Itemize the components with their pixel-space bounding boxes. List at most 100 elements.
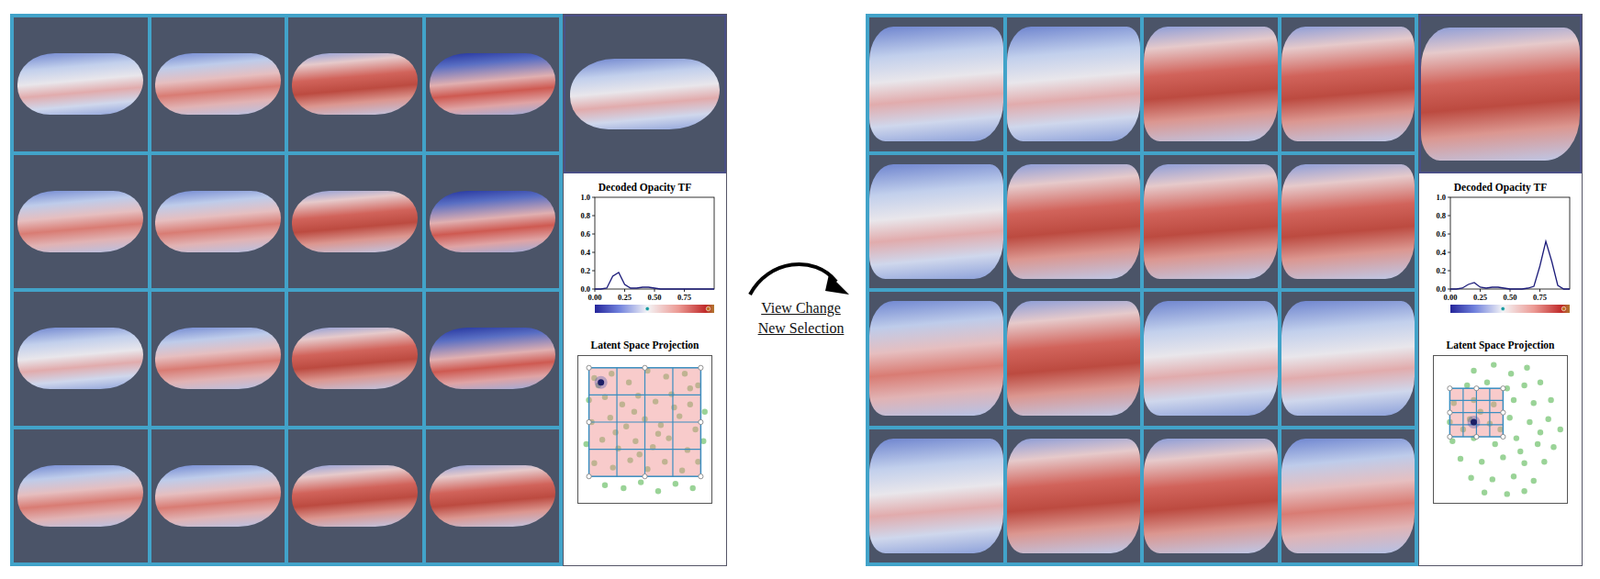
selection-handle[interactable] (1447, 410, 1453, 415)
selection-handle[interactable] (586, 474, 592, 480)
selection-handle[interactable] (1500, 434, 1506, 439)
latent-point[interactable] (637, 479, 644, 485)
rendering-cell[interactable] (288, 155, 423, 290)
rendering-cell[interactable] (13, 291, 148, 426)
rendering-cell[interactable] (151, 291, 286, 426)
latent-point[interactable] (1492, 441, 1499, 448)
rendering-cell[interactable] (869, 429, 1004, 564)
latent-point[interactable] (1489, 476, 1496, 482)
latent-point[interactable] (1521, 382, 1527, 389)
rendering-cell[interactable] (1143, 291, 1278, 426)
latent-point[interactable] (1541, 458, 1547, 465)
rendering-cell[interactable] (1143, 429, 1278, 564)
selection-grid[interactable] (589, 368, 702, 477)
selection-handle[interactable] (698, 365, 704, 370)
latent-point[interactable] (1534, 441, 1541, 448)
rendering-cell[interactable] (288, 429, 423, 564)
rendering-cell[interactable] (869, 291, 1004, 426)
selection-handle[interactable] (586, 419, 592, 425)
rendering-cell[interactable] (425, 17, 560, 152)
latent-scatter[interactable] (578, 356, 712, 504)
latent-point[interactable] (1506, 414, 1512, 421)
latent-point[interactable] (1523, 365, 1530, 371)
rendering-cell[interactable] (13, 17, 148, 152)
rendering-cell[interactable] (151, 429, 286, 564)
latent-point[interactable] (655, 488, 661, 494)
latent-point[interactable] (1547, 397, 1554, 403)
latent-point[interactable] (1521, 460, 1527, 467)
latent-point[interactable] (1508, 370, 1514, 377)
rendering-cell[interactable] (1006, 155, 1142, 290)
rendering-cell[interactable] (1006, 17, 1142, 152)
latent-point[interactable] (1467, 475, 1474, 482)
latent-point[interactable] (1537, 429, 1544, 436)
focus-point[interactable] (597, 379, 605, 386)
latent-point[interactable] (620, 485, 627, 492)
latent-point[interactable] (1504, 491, 1511, 497)
rendering-cell[interactable] (425, 155, 560, 290)
latent-point[interactable] (702, 409, 708, 415)
latent-point[interactable] (1513, 435, 1520, 441)
rendering-cell[interactable] (13, 155, 148, 290)
rendering-cell[interactable] (288, 17, 423, 152)
latent-scatter[interactable] (1433, 356, 1567, 504)
selection-handle[interactable] (642, 474, 648, 480)
selection-handle[interactable] (1500, 410, 1506, 415)
latent-point[interactable] (1550, 444, 1556, 450)
latent-point[interactable] (1545, 416, 1552, 423)
latent-point[interactable] (602, 482, 608, 489)
selection-handle[interactable] (586, 365, 592, 370)
latent-point[interactable] (1510, 397, 1517, 403)
selection-handle[interactable] (1447, 434, 1453, 439)
rendering-cell[interactable] (1281, 17, 1416, 152)
latent-point[interactable] (1517, 448, 1523, 455)
rendering-cell[interactable] (1143, 155, 1278, 290)
rendering-cell[interactable] (1143, 17, 1278, 152)
focus-point[interactable] (1470, 419, 1477, 426)
selection-handle[interactable] (698, 419, 704, 425)
rendering-cell[interactable] (288, 291, 423, 426)
rendering-cell[interactable] (425, 429, 560, 564)
latent-point[interactable] (1531, 400, 1537, 406)
selection-handle[interactable] (1500, 386, 1506, 392)
latent-point[interactable] (1510, 473, 1517, 480)
rendering-cell[interactable] (151, 17, 286, 152)
rendering-cell[interactable] (1281, 155, 1416, 290)
rendering-cell[interactable] (1006, 429, 1142, 564)
latent-point[interactable] (1531, 478, 1537, 484)
latent-point[interactable] (1499, 454, 1506, 460)
rendering-cell[interactable] (1006, 291, 1142, 426)
color-marker[interactable] (1561, 306, 1566, 311)
rendering-cell[interactable] (869, 155, 1004, 290)
selection-handle[interactable] (698, 474, 704, 480)
latent-point[interactable] (1484, 380, 1490, 386)
rendering-cell[interactable] (13, 429, 148, 564)
latent-point[interactable] (1470, 368, 1477, 374)
color-marker[interactable] (1500, 306, 1505, 311)
color-bar[interactable] (1450, 304, 1570, 314)
latent-point[interactable] (1457, 456, 1464, 462)
latent-point[interactable] (1557, 426, 1564, 433)
rendering-cell[interactable] (1281, 429, 1416, 564)
selection-handle[interactable] (1474, 386, 1479, 392)
selection-grid[interactable] (1449, 388, 1503, 437)
latent-point[interactable] (672, 481, 679, 487)
selection-handle[interactable] (1474, 434, 1479, 439)
color-marker[interactable] (645, 306, 649, 311)
rendering-cell[interactable] (1281, 291, 1416, 426)
latent-point[interactable] (690, 485, 696, 492)
latent-point[interactable] (1521, 488, 1527, 494)
rendering-cell[interactable] (151, 155, 286, 290)
selection-handle[interactable] (1447, 386, 1453, 392)
rendering-cell[interactable] (869, 17, 1004, 152)
latent-point[interactable] (1481, 490, 1488, 496)
latent-point[interactable] (1537, 380, 1544, 386)
rendering-cell[interactable] (425, 291, 560, 426)
latent-point[interactable] (1526, 419, 1533, 426)
latent-point[interactable] (1490, 361, 1497, 368)
latent-point[interactable] (1464, 382, 1470, 389)
latent-point[interactable] (1478, 458, 1485, 465)
color-marker[interactable] (705, 306, 710, 311)
color-bar[interactable] (594, 304, 715, 314)
selection-handle[interactable] (642, 365, 648, 370)
